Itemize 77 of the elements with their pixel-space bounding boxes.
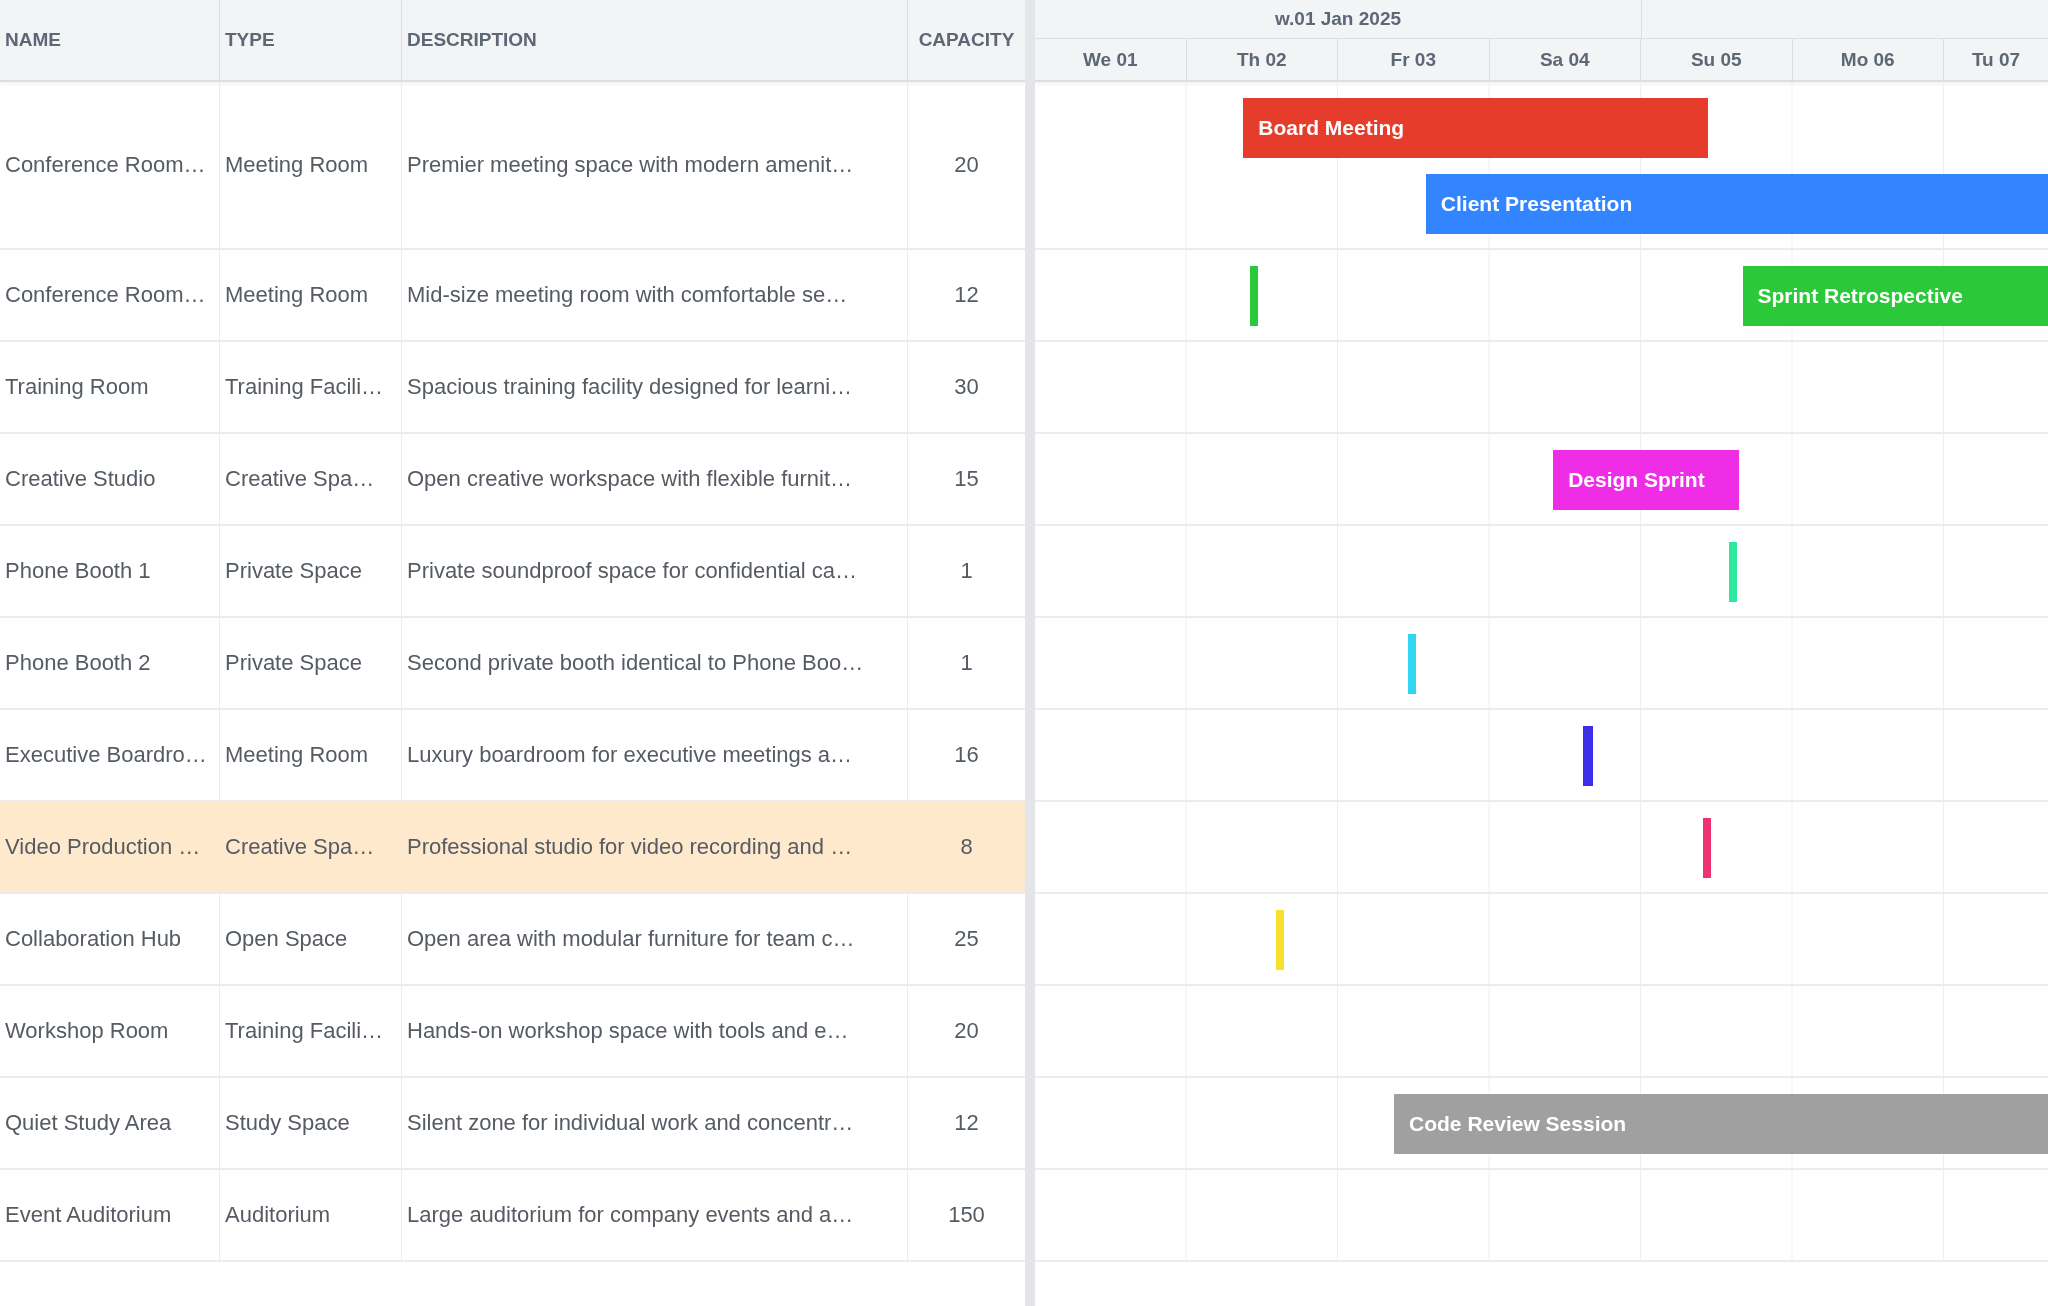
week-header: w.01 Jan 2025 [1035, 0, 1642, 38]
table-row[interactable]: Creative Studio Creative Spa… Open creative workspace with flexible furnit… 15 [0, 434, 1025, 526]
table-cell: Creative Spa… [220, 434, 402, 524]
event-bar[interactable] [1250, 266, 1259, 326]
table-cell: Professional studio for video recording and … [402, 802, 908, 892]
day-header: Tu 07 [1970, 48, 2022, 72]
table-cell-text: 150 [947, 1201, 986, 1229]
table-row[interactable]: Collaboration Hub Open Space Open area with modular furniture for team c… 25 [0, 894, 1025, 986]
column-header[interactable]: DESCRIPTION [402, 0, 908, 80]
table-cell-text: 25 [953, 925, 980, 953]
table-cell: Mid-size meeting room with comfortable se… [402, 250, 908, 340]
table-row[interactable]: Training Room Training Facili… Spacious training facility designed for learni… 30 [0, 342, 1025, 434]
table-row[interactable]: Quiet Study Area Study Space Silent zone for individual work and concentr… 12 [0, 1078, 1025, 1170]
table-cell: Creative Studio [0, 434, 220, 524]
table-cell: Auditorium [220, 1170, 402, 1260]
column-header[interactable]: TYPE [220, 0, 402, 80]
table-cell: Training Room [0, 342, 220, 432]
event-bar[interactable] [1703, 818, 1712, 878]
table-cell: Event Auditorium [0, 1170, 220, 1260]
table-row[interactable]: Event Auditorium Auditorium Large auditorium for company events and a… 150 [0, 1170, 1025, 1262]
table-cell: Phone Booth 2 [0, 618, 220, 708]
splitter[interactable] [1025, 0, 1035, 1306]
event-bar[interactable]: Client Presentation [1425, 174, 2048, 234]
table-cell: Open creative workspace with flexible furnit… [402, 434, 908, 524]
table-cell-text: 12 [953, 281, 980, 309]
table-cell: Open area with modular furniture for team c… [402, 894, 908, 984]
table-cell: Workshop Room [0, 986, 220, 1076]
table-cell-text: 20 [953, 1017, 980, 1045]
table-cell: Conference Room… [0, 82, 220, 248]
day-header: Fr 03 [1338, 39, 1490, 81]
table-cell-text: 1 [959, 649, 974, 677]
table-row[interactable]: Workshop Room Training Facili… Hands-on workshop space with tools and e… 20 [0, 986, 1025, 1078]
column-header[interactable]: NAME [0, 0, 220, 80]
table-cell-text: 15 [953, 465, 980, 493]
table-row[interactable]: Video Production … Creative Spa… Professional studio for video recording and … 8 [0, 802, 1025, 894]
table-cell: Conference Room… [0, 250, 220, 340]
table-cell-text: 16 [953, 741, 980, 769]
table-cell: Private Space [220, 618, 402, 708]
table-cell: Creative Spa… [220, 802, 402, 892]
table-cell: Open Space [220, 894, 402, 984]
table-row[interactable]: Phone Booth 2 Private Space Second private booth identical to Phone Boo… 1 [0, 618, 1025, 710]
table-row[interactable]: Conference Room… Meeting Room Mid-size meeting room with comfortable se… 12 [0, 250, 1025, 342]
table-cell: Executive Boardro… [0, 710, 220, 800]
column-header[interactable]: CAPACITY [908, 0, 1025, 80]
table-cell-text: 12 [953, 1109, 980, 1137]
table-cell: Study Space [220, 1078, 402, 1168]
table-cell: Private soundproof space for confidential ca… [402, 526, 908, 616]
table-cell: Luxury boardroom for executive meetings a… [402, 710, 908, 800]
table-cell: Video Production … [0, 802, 220, 892]
table-cell: Private Space [220, 526, 402, 616]
table-row[interactable]: Phone Booth 1 Private Space Private soundproof space for confidential ca… 1 [0, 526, 1025, 618]
table-cell: Meeting Room [220, 250, 402, 340]
table-cell: Training Facili… [220, 986, 402, 1076]
day-header: Sa 04 [1489, 39, 1641, 81]
table-cell-text: 30 [953, 373, 980, 401]
table-cell-text: 20 [953, 151, 980, 179]
table-cell: Hands-on workshop space with tools and e… [402, 986, 908, 1076]
table-cell: Large auditorium for company events and a… [402, 1170, 908, 1260]
table-cell: Premier meeting space with modern amenit… [402, 82, 908, 248]
day-header: Su 05 [1641, 39, 1793, 81]
event-bar[interactable] [1407, 634, 1416, 694]
event-bar[interactable] [1728, 542, 1737, 602]
table-cell: Quiet Study Area [0, 1078, 220, 1168]
table-cell: Spacious training facility designed for learni… [402, 342, 908, 432]
table-cell: Collaboration Hub [0, 894, 220, 984]
table-cell-text: 1 [959, 557, 974, 585]
table-cell: Training Facili… [220, 342, 402, 432]
table-cell: Meeting Room [220, 82, 402, 248]
table-cell: Phone Booth 1 [0, 526, 220, 616]
event-bar[interactable]: Board Meeting [1243, 98, 1708, 158]
day-header: Mo 06 [1792, 39, 1944, 81]
table-cell: Silent zone for individual work and concentr… [402, 1078, 908, 1168]
day-header: We 01 [1035, 39, 1187, 81]
table-cell: Second private booth identical to Phone Boo… [402, 618, 908, 708]
table-cell: Meeting Room [220, 710, 402, 800]
day-header: Th 02 [1186, 39, 1338, 81]
table-cell-text: 8 [959, 833, 974, 861]
